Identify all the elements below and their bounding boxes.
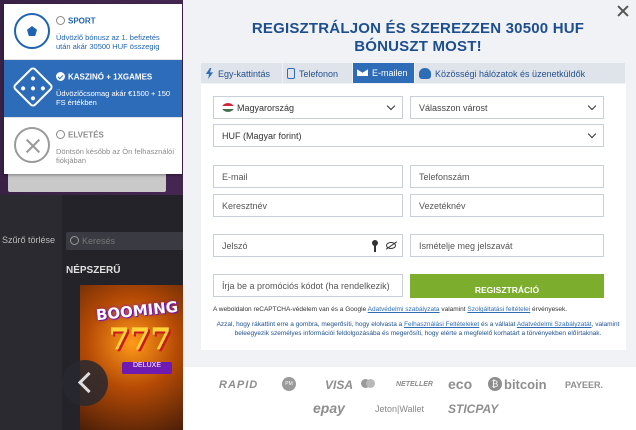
password-repeat-field[interactable]: Ismételje meg jelszavát bbox=[410, 234, 604, 257]
bonus-option-title: SPORT bbox=[68, 16, 96, 26]
radio-button[interactable] bbox=[56, 16, 65, 26]
bonus-option-description: Üdvözlő bónusz az 1. befizetés után akár… bbox=[56, 33, 160, 52]
lightning-icon bbox=[205, 68, 214, 79]
bonus-option-description: Üdvözlőcsomag akár €1500 + 150 FS értékb… bbox=[56, 89, 171, 108]
promo-code-field[interactable]: Írja be a promóciós kódot (ha rendelkezi… bbox=[213, 274, 403, 297]
cancel-circle-icon bbox=[14, 127, 50, 163]
country-select[interactable]: Magyarország bbox=[213, 96, 403, 119]
popular-section-label: NÉPSZERŰ bbox=[66, 265, 121, 276]
background-sidebar bbox=[0, 195, 62, 430]
tab-social[interactable]: Közösségi hálózatok és üzenetküldők bbox=[415, 63, 626, 83]
sticpay-logo: STICPAY bbox=[448, 402, 499, 416]
people-icon bbox=[419, 68, 431, 79]
epay-logo: epay bbox=[313, 400, 345, 416]
payeer-logo: PAYEER. bbox=[565, 380, 604, 390]
jeton-wallet-logo: Jeton|Wallet bbox=[375, 404, 425, 414]
bonus-option-description: Döntsön később az Ön felhasználói fiókjá… bbox=[56, 147, 174, 166]
register-button[interactable]: REGISZTRÁCIÓ bbox=[410, 274, 604, 298]
email-field[interactable]: E-mail bbox=[213, 165, 403, 188]
mastercard-logo bbox=[361, 379, 375, 388]
soccer-ball-icon bbox=[14, 13, 50, 49]
tab-phone[interactable]: Telefonon bbox=[283, 63, 353, 83]
first-name-field[interactable]: Keresztnév bbox=[213, 194, 403, 217]
bonus-option-sport[interactable]: SPORT Üdvözlő bónusz az 1. befizetés utá… bbox=[4, 4, 182, 60]
bonus-option-title: ELVETÉS bbox=[68, 130, 104, 140]
tab-one-click[interactable]: Egy-kattintás bbox=[201, 63, 283, 83]
eco-logo: eco bbox=[448, 376, 473, 392]
bonus-selection-panel: SPORT Üdvözlő bónusz az 1. befizetés utá… bbox=[4, 4, 182, 174]
envelope-icon bbox=[357, 68, 368, 76]
search-icon bbox=[70, 236, 79, 245]
radio-button[interactable] bbox=[56, 130, 65, 140]
dice-icon bbox=[11, 65, 55, 109]
chevron-down-icon bbox=[386, 101, 396, 111]
privacy-link[interactable]: Adatvédelmi Szabályzatát bbox=[517, 321, 592, 328]
tab-email[interactable]: E-mailen bbox=[353, 63, 415, 83]
game-number: 777 bbox=[108, 322, 172, 357]
hide-password-icon[interactable] bbox=[386, 242, 396, 249]
chevron-down-icon bbox=[587, 129, 597, 139]
currency-select[interactable]: HUF (Magyar forint) bbox=[213, 124, 604, 147]
phone-field[interactable]: Telefonszám bbox=[410, 165, 604, 188]
close-icon[interactable] bbox=[616, 4, 630, 18]
bonus-option-decline[interactable]: ELVETÉS Döntsön később az Ön felhasználó… bbox=[4, 118, 182, 174]
visa-logo: VISA bbox=[325, 378, 354, 392]
password-field[interactable]: Jelszó bbox=[213, 234, 403, 257]
city-select[interactable]: Válasszon várost bbox=[410, 96, 604, 119]
phone-icon bbox=[287, 68, 295, 79]
modal-title: REGISZTRÁLJON ÉS SZEREZZEN 30500 HUF BÓN… bbox=[251, 20, 585, 55]
payment-methods: RAPID PM VISA NETELLER eco ₿ bitcoin PAY… bbox=[183, 367, 636, 430]
bonus-option-title: KASZINÓ + 1XGAMES bbox=[68, 72, 153, 82]
carousel-prev-button[interactable] bbox=[62, 360, 108, 406]
bitcoin-icon: ₿ bbox=[488, 377, 502, 391]
registration-tabs: Egy-kattintás Telefonon E-mailen Közössé… bbox=[201, 63, 626, 83]
rapid-logo: RAPID bbox=[219, 379, 259, 391]
bitcoin-logo: bitcoin bbox=[504, 377, 547, 392]
hungary-flag-icon bbox=[222, 103, 234, 112]
privacy-policy-link[interactable]: Adatvédelmi szabályzata bbox=[368, 306, 440, 313]
background-button[interactable] bbox=[8, 172, 166, 192]
registration-form: Magyarország Válasszon várost HUF (Magya… bbox=[201, 84, 626, 350]
consent-notice: Azzal, hogy rákattint erre a gombra, meg… bbox=[216, 321, 620, 337]
bonus-option-casino[interactable]: KASZINÓ + 1XGAMES Üdvözlőcsomag akár €15… bbox=[4, 60, 182, 118]
radio-button-checked[interactable] bbox=[56, 72, 65, 82]
neteller-logo: NETELLER bbox=[396, 381, 433, 388]
last-name-field[interactable]: Vezetéknév bbox=[410, 194, 604, 217]
game-subtitle: DELUXE bbox=[122, 362, 172, 374]
perfect-money-logo: PM bbox=[282, 377, 296, 391]
search-input[interactable]: Keresés bbox=[66, 232, 184, 250]
key-icon bbox=[372, 240, 378, 252]
registration-modal: REGISZTRÁLJON ÉS SZEREZZEN 30500 HUF BÓN… bbox=[183, 0, 636, 430]
filter-clear-link[interactable]: Szűrő törlése bbox=[0, 235, 62, 245]
recaptcha-notice: A weboldalon reCAPTCHA-védelem van és a … bbox=[213, 306, 568, 313]
chevron-down-icon bbox=[587, 101, 597, 111]
terms-link[interactable]: Szolgáltatási feltételei bbox=[467, 306, 530, 313]
terms-of-use-link[interactable]: Felhasználási Feltételeket bbox=[404, 321, 479, 328]
